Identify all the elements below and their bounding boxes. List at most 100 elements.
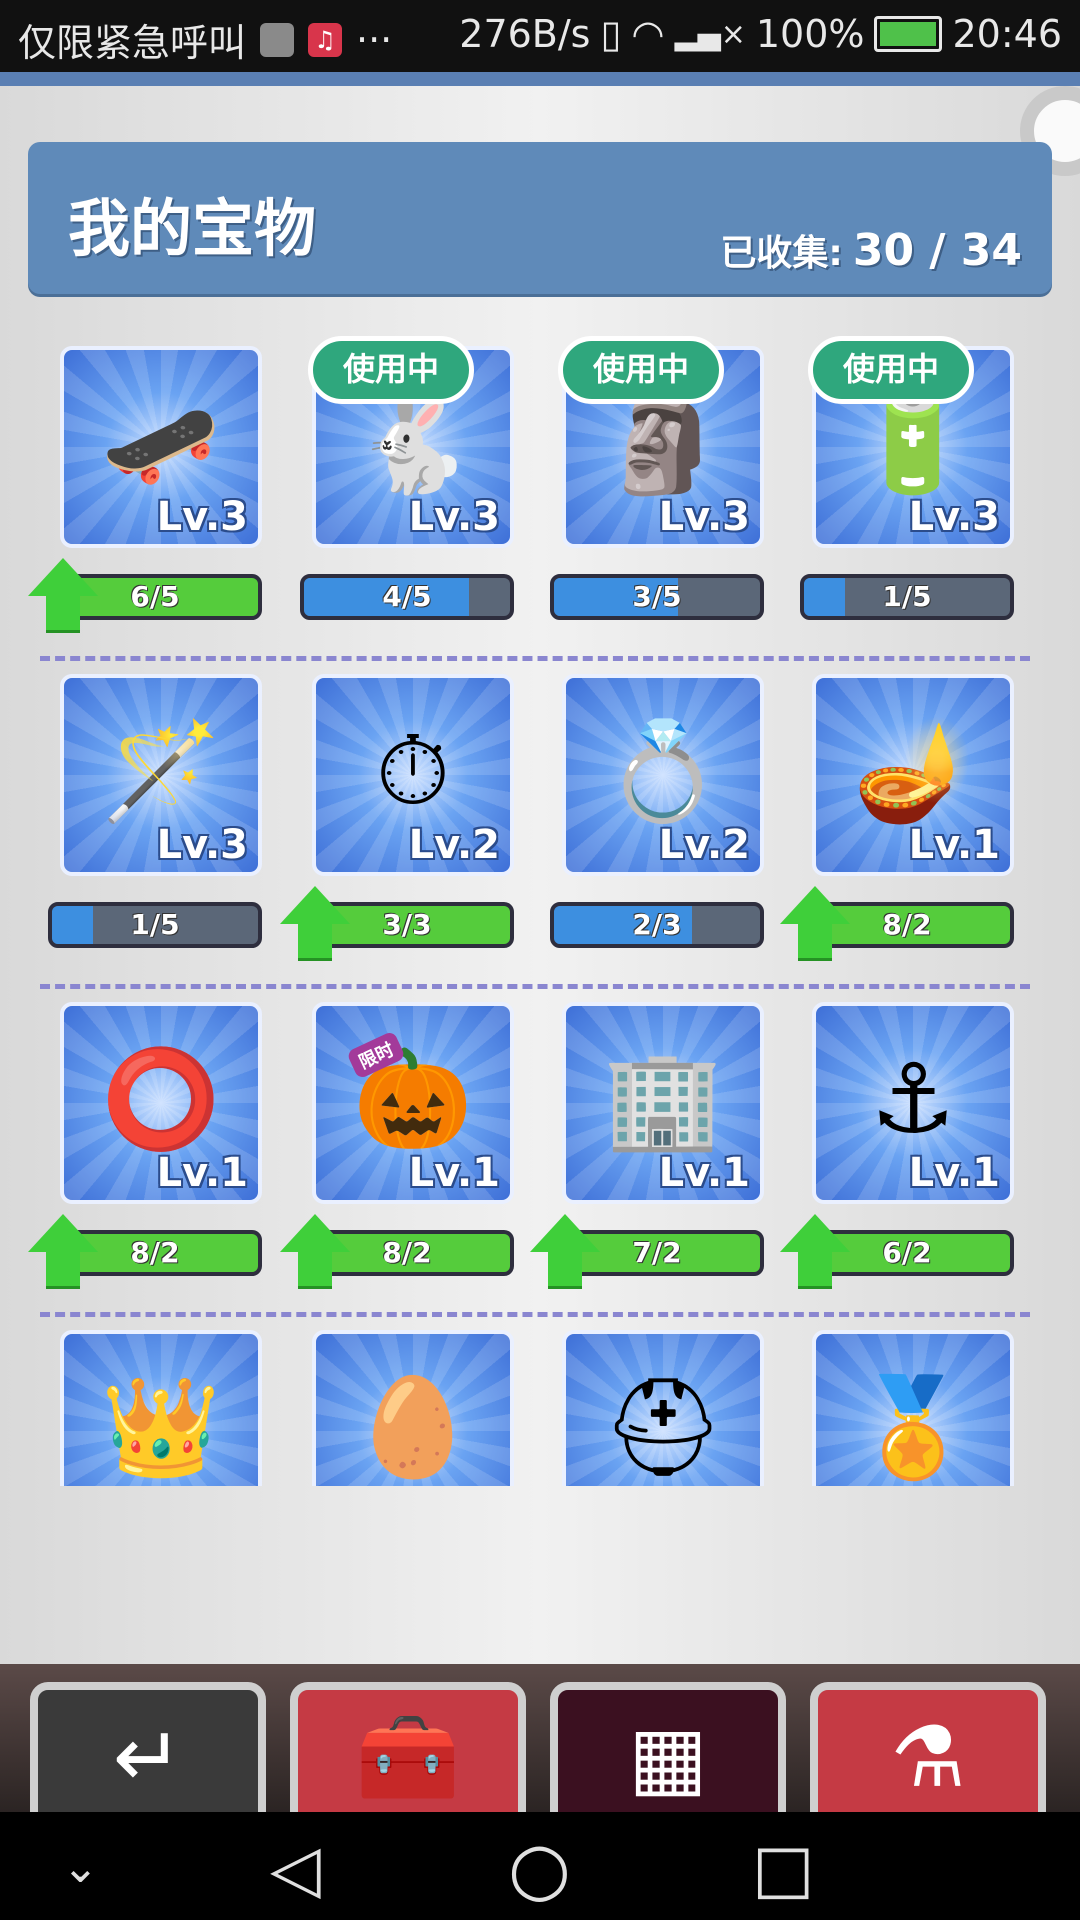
treasure-level: Lv.3 xyxy=(156,822,248,868)
battery-percent: 100% xyxy=(755,12,865,56)
treasure-level: Lv.2 xyxy=(658,822,750,868)
nav-home-icon[interactable]: ○ xyxy=(508,1826,571,1910)
treasure-item[interactable]: ⚓ Lv.1 6/2 xyxy=(780,1002,1030,1302)
treasure-panel: 我的宝物 已收集: 30 / 34 🛹 Lv.3 6/5 🐇 Lv.3 使用中 4/5 🗿 Lv.… xyxy=(0,86,1080,1664)
treasure-card[interactable]: 🏅 xyxy=(812,1330,1014,1486)
golden-idol-icon: 🗿 xyxy=(603,387,723,500)
upgrade-arrow-icon[interactable] xyxy=(780,1214,850,1290)
ghost-scepter-icon: 🪄 xyxy=(101,715,221,828)
upgrade-arrow-icon[interactable] xyxy=(28,558,98,634)
gold-rings-icon: 💍 xyxy=(603,715,723,828)
carrier-text: 仅限紧急呼叫 xyxy=(18,21,247,65)
treasure-item[interactable]: 🗿 Lv.3 使用中 3/5 xyxy=(550,336,780,646)
treasure-item[interactable]: ⛑ xyxy=(550,1330,780,1486)
treasure-level: Lv.2 xyxy=(408,822,500,868)
checklist-grid-button[interactable]: ▦ xyxy=(550,1682,786,1832)
net-speed: 276B/s xyxy=(459,12,591,56)
treasure-card[interactable]: ⏱ Lv.2 xyxy=(312,674,514,876)
device-icon: 🔋 xyxy=(853,387,973,500)
treasure-item[interactable]: 💍 Lv.2 2/3 xyxy=(550,674,780,974)
treasure-item[interactable]: 🪔 Lv.1 8/2 xyxy=(780,674,1030,974)
treasure-row: 🪄 Lv.3 1/5 ⏱ Lv.2 3/3 💍 Lv.2 2/3 🪔 Lv.1 8/2 xyxy=(0,674,1080,1002)
white-rabbit-icon: 🐇 xyxy=(353,387,473,500)
in-use-badge: 使用中 xyxy=(808,336,974,404)
in-use-badge: 使用中 xyxy=(558,336,724,404)
treasure-item[interactable]: ⭕ Lv.1 8/2 xyxy=(28,1002,278,1302)
collected-value: 30 / 34 xyxy=(852,225,1022,276)
treasure-level: Lv.1 xyxy=(658,1150,750,1196)
treasure-item[interactable]: 🐇 Lv.3 使用中 4/5 xyxy=(300,336,530,646)
treasure-card[interactable]: 🪄 Lv.3 xyxy=(60,674,262,876)
nav-back-icon[interactable]: ◁ xyxy=(270,1830,330,1907)
panel-header: 我的宝物 已收集: 30 / 34 xyxy=(28,142,1052,294)
treasure-item[interactable]: ⏱ Lv.2 3/3 xyxy=(280,674,530,974)
nav-recents-icon[interactable]: □ xyxy=(752,1830,814,1907)
potion-button[interactable]: ⚗ xyxy=(810,1682,1046,1832)
row-divider xyxy=(40,656,1030,661)
treasure-level: Lv.3 xyxy=(658,494,750,540)
treasure-item[interactable]: 🏅 xyxy=(800,1330,1030,1486)
progress-bar: 4/5 xyxy=(300,574,514,620)
row-divider xyxy=(40,1312,1030,1317)
progress-text: 1/5 xyxy=(882,580,932,613)
treasure-item[interactable]: 🎃 限时 Lv.1 8/2 xyxy=(280,1002,530,1302)
treasure-row: 🛹 Lv.3 6/5 🐇 Lv.3 使用中 4/5 🗿 Lv.3 使用中 3/5 🔋 Lv.3 使用中 1/… xyxy=(0,336,1080,674)
progress-text: 4/5 xyxy=(382,580,432,613)
clock: 20:46 xyxy=(952,12,1062,56)
treasure-level: Lv.1 xyxy=(908,822,1000,868)
vibrate-icon: ▯ xyxy=(600,12,622,56)
treasure-item[interactable]: 🔋 Lv.3 使用中 1/5 xyxy=(800,336,1030,646)
treasure-row: 👑 🥚 ⛑ 🏅 xyxy=(0,1330,1080,1486)
treasure-card[interactable]: ⭕ Lv.1 xyxy=(60,1002,262,1204)
treasure-level: Lv.3 xyxy=(908,494,1000,540)
progress-bar: 1/5 xyxy=(800,574,1014,620)
pocket-watch-icon: ⏱ xyxy=(375,715,451,828)
treasure-card[interactable]: 🪔 Lv.1 xyxy=(812,674,1014,876)
bottom-nav: ↵ 🧰 ▦ ⚗ xyxy=(0,1664,1080,1832)
progress-bar: 3/5 xyxy=(550,574,764,620)
collected-count: 已收集: 30 / 34 xyxy=(720,224,1022,276)
wifi-icon: ◠ xyxy=(631,12,665,56)
signal-icon: ▂▄× xyxy=(674,16,746,52)
back-arrow-icon: ↵ xyxy=(112,1708,184,1806)
treasure-item[interactable]: 👑 xyxy=(48,1330,278,1486)
treasure-card[interactable]: 🥚 xyxy=(312,1330,514,1486)
medal-icon: 🏅 xyxy=(853,1371,973,1484)
collapse-icon[interactable]: ⌄ xyxy=(62,1842,122,1902)
upgrade-arrow-icon[interactable] xyxy=(530,1214,600,1290)
treasure-item[interactable]: 🏢 Lv.1 7/2 xyxy=(530,1002,780,1302)
treasure-grid[interactable]: 🛹 Lv.3 6/5 🐇 Lv.3 使用中 4/5 🗿 Lv.3 使用中 3/5 🔋 Lv.3 使用中 1/… xyxy=(0,326,1080,1486)
treasure-level: Lv.3 xyxy=(408,494,500,540)
upgrade-arrow-icon[interactable] xyxy=(280,886,350,962)
progress-bar: 1/5 xyxy=(48,902,262,948)
treasure-card[interactable]: ⚓ Lv.1 xyxy=(812,1002,1014,1204)
upgrade-arrow-icon[interactable] xyxy=(280,1214,350,1290)
golden-lamp-icon: 🪔 xyxy=(853,715,973,828)
treasure-item[interactable]: 🛹 Lv.3 6/5 xyxy=(28,346,278,646)
status-bar: 仅限紧急呼叫 ♫ ··· 276B/s ▯ ◠ ▂▄× 100% 20:46 xyxy=(0,0,1080,72)
progress-text: 3/5 xyxy=(632,580,682,613)
treasure-chest-button[interactable]: 🧰 xyxy=(290,1682,526,1832)
treasure-level: Lv.1 xyxy=(408,1150,500,1196)
progress-bar: 2/3 xyxy=(550,902,764,948)
treasure-card[interactable]: 🛹 Lv.3 xyxy=(60,346,262,548)
checklist-grid-icon: ▦ xyxy=(628,1708,708,1806)
treasure-card[interactable]: 💍 Lv.2 xyxy=(562,674,764,876)
orange-board-icon: 🛹 xyxy=(101,387,221,500)
row-divider xyxy=(40,984,1030,989)
treasure-card[interactable]: 🏢 Lv.1 xyxy=(562,1002,764,1204)
treasure-card[interactable]: ⛑ xyxy=(562,1330,764,1486)
upgrade-arrow-icon[interactable] xyxy=(28,1214,98,1290)
treasure-card[interactable]: 🎃 限时 Lv.1 xyxy=(312,1002,514,1204)
treasure-card[interactable]: 👑 xyxy=(60,1330,262,1486)
gallery-notification-icon xyxy=(260,22,295,57)
treasure-item[interactable]: 🪄 Lv.3 1/5 xyxy=(48,674,278,974)
potion-icon: ⚗ xyxy=(890,1708,966,1806)
upgrade-arrow-icon[interactable] xyxy=(780,886,850,962)
more-notifications: ··· xyxy=(356,17,393,62)
progress-text: 2/3 xyxy=(632,908,682,941)
treasure-item[interactable]: 🥚 xyxy=(300,1330,530,1486)
gold-halo-icon: ⭕ xyxy=(101,1043,221,1156)
back-arrow-button[interactable]: ↵ xyxy=(30,1682,266,1832)
game-screen: 我的宝物 已收集: 30 / 34 🛹 Lv.3 6/5 🐇 Lv.3 使用中 4/5 🗿 Lv.… xyxy=(0,72,1080,1832)
